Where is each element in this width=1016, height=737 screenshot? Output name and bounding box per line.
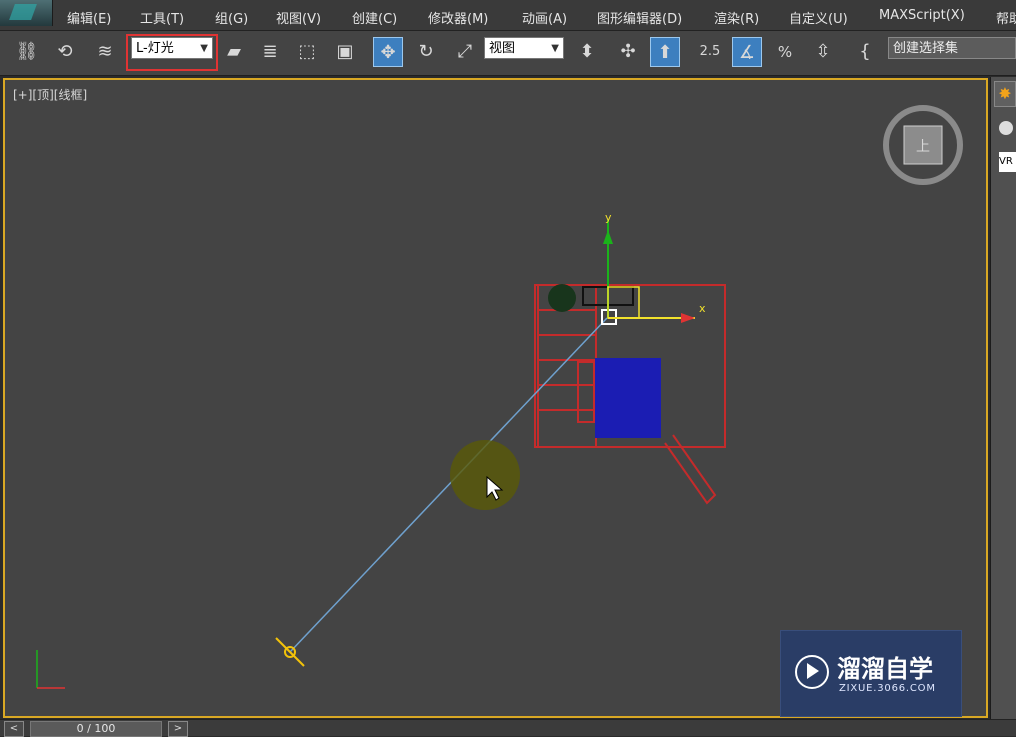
command-panel: ✸ VR <box>990 77 1016 722</box>
plant <box>548 284 576 312</box>
snap-toggle-icon[interactable]: 2.5 <box>695 37 725 67</box>
percent-snap-label: % <box>777 43 793 61</box>
move-gizmo: y x <box>603 211 706 323</box>
move-icon[interactable]: ✥ <box>373 37 403 67</box>
blue-rug <box>595 358 661 438</box>
chevron-down-icon: ▼ <box>551 43 559 54</box>
watermark-url: ZIXUE.3066.COM <box>839 683 936 694</box>
reference-coord-value: 视图 <box>489 41 516 56</box>
timeline-next-label: > <box>173 723 183 734</box>
main-toolbar: ⛓ ⟲ ≋ L-灯光 ▼ ▰ ≣ ⬚ ▣ ✥ ↻ ⤢ 视图 ▼ ⬍ ✣ ⬆ 2.… <box>0 31 1016 76</box>
snap-toggle-label: 2.5 <box>699 44 721 59</box>
cursor-halo <box>450 440 520 510</box>
timeline-bar: < 0 / 100 > <box>0 719 1016 737</box>
rotate-icon[interactable]: ↻ <box>411 37 441 67</box>
create-tab-icon[interactable]: ✸ <box>994 81 1016 107</box>
axis-y-label: y <box>605 211 612 224</box>
keyboard-shortcut-override-icon[interactable]: ⬆ <box>650 37 680 67</box>
select-manipulate-icon[interactable]: ✣ <box>613 37 643 67</box>
menu-graph-editors[interactable]: 图形编辑器(D) <box>597 8 682 27</box>
selection-filter-select[interactable]: L-灯光 ▼ <box>131 37 213 59</box>
window-crossing-icon[interactable]: ▣ <box>330 37 360 67</box>
pivot-center-icon[interactable]: ⬍ <box>572 37 602 67</box>
world-axis <box>36 650 65 689</box>
viewport-top[interactable]: [+][顶][线框] 上 y x <box>3 78 988 718</box>
menu-edit[interactable]: 编辑(E) <box>67 8 111 27</box>
menu-tools[interactable]: 工具(T) <box>140 8 184 27</box>
bind-spacewarp-icon[interactable]: ≋ <box>90 37 120 67</box>
watermark-title: 溜溜自学 <box>837 655 933 683</box>
menu-maxscript[interactable]: MAXScript(X) <box>879 8 965 23</box>
select-object-icon[interactable]: ▰ <box>219 37 249 67</box>
vr-dropdown-label: VR <box>999 156 1013 167</box>
axis-x-label: x <box>699 302 706 315</box>
menu-rendering[interactable]: 渲染(R) <box>714 8 759 27</box>
app-logo-icon[interactable] <box>0 0 53 26</box>
rect-select-region-icon[interactable]: ⬚ <box>292 37 322 67</box>
select-by-name-icon[interactable]: ≣ <box>255 37 285 67</box>
menu-animation[interactable]: 动画(A) <box>522 8 567 27</box>
link-icon[interactable]: ⛓ <box>12 37 42 67</box>
menu-view[interactable]: 视图(V) <box>276 8 321 27</box>
scale-icon[interactable]: ⤢ <box>450 37 480 67</box>
timeline-prev-label: < <box>9 723 19 734</box>
selection-filter-value: L-灯光 <box>136 41 174 56</box>
watermark: 溜溜自学 ZIXUE.3066.COM <box>780 630 962 717</box>
spinner-snap-icon[interactable]: ⇳ <box>808 37 838 67</box>
sphere-icon[interactable] <box>999 121 1013 135</box>
menu-bar: 编辑(E) 工具(T) 组(G) 视图(V) 创建(C) 修改器(M) 动画(A… <box>0 0 1016 31</box>
chevron-down-icon: ▼ <box>200 43 208 54</box>
named-selection-value: 创建选择集 <box>893 41 959 56</box>
menu-customize[interactable]: 自定义(U) <box>789 8 848 27</box>
timeline-counter-value: 0 / 100 <box>76 722 116 735</box>
edit-named-sel-icon[interactable]: { <box>850 37 880 67</box>
view-cube-face-label: 上 <box>916 139 930 155</box>
named-selection-input[interactable]: 创建选择集 <box>888 37 1016 59</box>
angle-snap-icon[interactable]: ∡ <box>732 37 762 67</box>
light-target-line <box>289 317 608 653</box>
view-cube[interactable]: 上 <box>883 105 963 185</box>
menu-group[interactable]: 组(G) <box>215 8 248 27</box>
menu-help[interactable]: 帮助 <box>996 8 1016 27</box>
vr-dropdown[interactable]: VR <box>999 152 1016 172</box>
scene-canvas: 上 y x <box>36 105 963 689</box>
reference-coord-select[interactable]: 视图 ▼ <box>484 37 564 59</box>
watermark-logo-icon <box>795 655 829 689</box>
menu-create[interactable]: 创建(C) <box>352 8 397 27</box>
percent-snap-icon[interactable]: % <box>770 37 800 67</box>
unlink-icon[interactable]: ⟲ <box>50 37 80 67</box>
menu-modifiers[interactable]: 修改器(M) <box>428 8 488 27</box>
